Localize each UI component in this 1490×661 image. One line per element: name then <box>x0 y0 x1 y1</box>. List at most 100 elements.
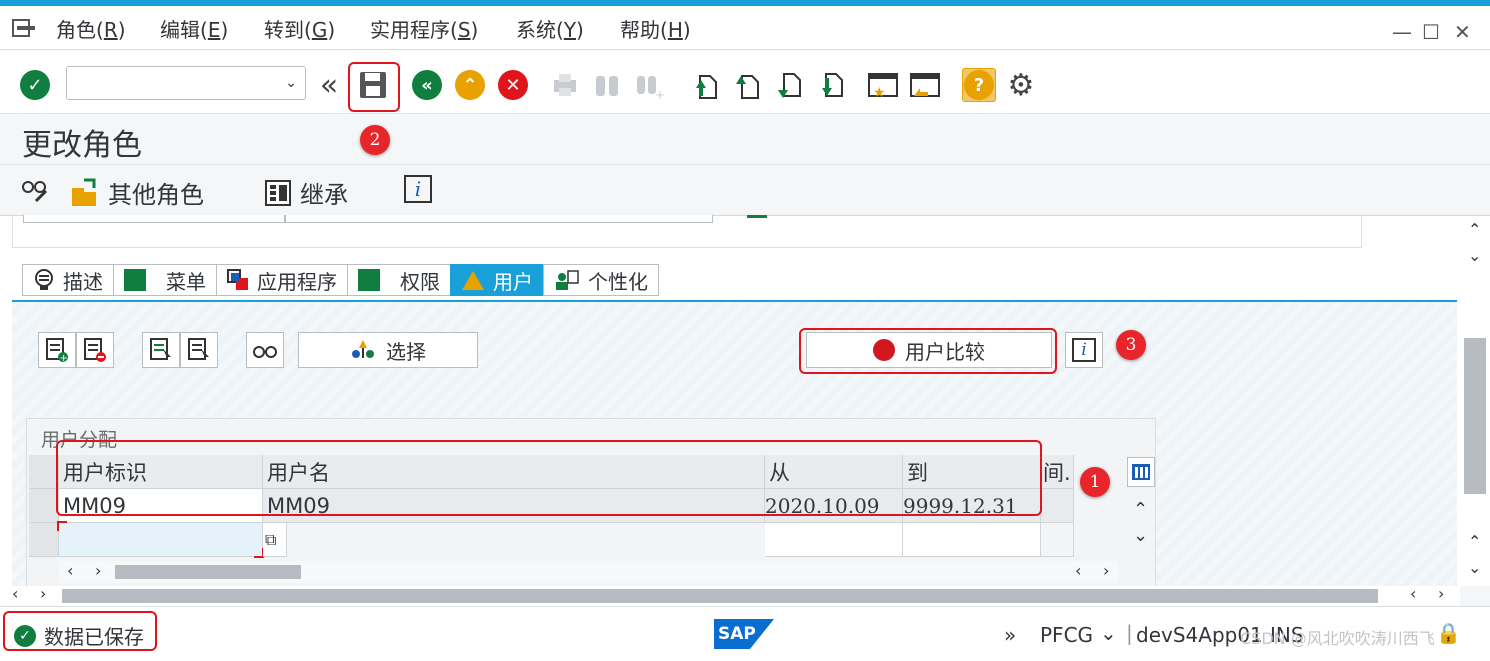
menu-help[interactable]: 帮助(H) <box>620 14 691 43</box>
tab-users[interactable]: 用户 <box>450 264 543 296</box>
maximize-button[interactable]: ☐ <box>1422 20 1440 44</box>
find-next-button[interactable]: + <box>632 68 666 102</box>
page-horizontal-scrollbar[interactable]: ‹ › ‹ › <box>0 584 1460 606</box>
table-row: ⧉ <box>29 521 1074 558</box>
first-page-button[interactable] <box>688 68 722 102</box>
inherit-button[interactable]: 继承 <box>264 175 348 210</box>
help-button[interactable]: ? <box>962 68 996 102</box>
exit-button[interactable]: ⌃ <box>453 68 487 102</box>
row-select-handle[interactable] <box>29 523 59 557</box>
menu-utilities[interactable]: 实用程序(S) <box>370 14 478 43</box>
status-bar: ✓ 数据已保存 SAP » PFCG ⌄ | devS4App01 INS CS… <box>0 606 1490 661</box>
new-valid-to-cell[interactable] <box>903 523 1041 557</box>
scroll-left-icon[interactable]: ‹ <box>12 584 18 603</box>
chevron-up-icon[interactable]: ⌃ <box>1468 220 1481 239</box>
value-help-button[interactable]: ⧉ <box>263 523 287 557</box>
details-button[interactable] <box>246 332 284 368</box>
back-icon: « <box>412 70 442 100</box>
menu-role[interactable]: 角色(R) <box>56 14 126 43</box>
minimize-button[interactable]: — <box>1392 20 1412 44</box>
new-valid-from-cell[interactable] <box>765 523 903 557</box>
collapse-toolbar-button[interactable]: « <box>312 68 346 103</box>
tab-authorizations[interactable]: 权限 <box>347 264 450 296</box>
role-field[interactable] <box>23 215 285 223</box>
tab-users-label: 用户 <box>493 269 533 294</box>
chevron-up-icon[interactable]: ⌃ <box>1133 499 1148 520</box>
glasses-pencil-icon <box>22 181 48 203</box>
menu-system[interactable]: 系统(Y) <box>516 14 584 43</box>
chevron-down-icon[interactable]: ⌄ <box>285 75 297 91</box>
tab-menu[interactable]: 菜单 <box>113 264 216 296</box>
hierarchy-icon <box>265 179 291 206</box>
chevron-down-icon[interactable]: ⌄ <box>1133 525 1148 546</box>
green-status-icon <box>124 269 146 291</box>
scroll-right-icon[interactable]: › <box>40 584 46 603</box>
column-header-interval[interactable]: 间. <box>1041 455 1074 489</box>
expand-status-icon[interactable]: » <box>1004 623 1016 647</box>
enter-button[interactable]: ✓ <box>18 68 52 102</box>
scroll-right-icon[interactable]: › <box>1438 584 1444 603</box>
scroll-left-icon[interactable]: ‹ <box>1075 561 1081 580</box>
shortcut-button[interactable] <box>908 68 942 102</box>
menu-edit[interactable]: 编辑(E) <box>160 14 228 43</box>
other-roles-button[interactable]: 其他角色 <box>70 175 204 210</box>
role-content: 描述 菜单 应用程序 权限 用户 个性化 + 选择 用户比较 i 用户分配 用户… <box>0 215 1460 588</box>
chevron-down-icon[interactable]: ⌄ <box>1100 621 1117 645</box>
watermark: CSDN @风北吹吹涛川西飞 <box>1240 629 1435 648</box>
users-info-button[interactable]: i <box>1065 332 1103 368</box>
tab-description[interactable]: 描述 <box>22 264 113 296</box>
delete-row-button[interactable] <box>76 332 114 368</box>
delete-row-icon <box>84 338 106 362</box>
print-button[interactable] <box>548 68 582 102</box>
value-help-icon: ⧉ <box>265 529 277 549</box>
scroll-thumb[interactable] <box>1464 338 1486 494</box>
menu-goto[interactable]: 转到(G) <box>264 14 335 43</box>
create-session-button[interactable]: ★ <box>866 68 900 102</box>
scroll-right-icon[interactable]: › <box>95 561 101 580</box>
new-user-id-cell[interactable] <box>57 521 264 558</box>
new-window-icon: ★ <box>868 73 898 100</box>
scroll-thumb[interactable] <box>115 565 301 579</box>
find-button[interactable] <box>590 68 624 102</box>
back-button[interactable]: « <box>410 68 444 102</box>
svg-text:+: + <box>655 88 664 100</box>
select-all-rows-handle[interactable] <box>29 455 59 489</box>
display-change-button[interactable] <box>20 175 50 203</box>
table-horizontal-scrollbar[interactable]: ‹ › ‹ › <box>59 561 1119 583</box>
select-users-button[interactable]: 选择 <box>298 332 478 368</box>
select-icon <box>352 340 374 358</box>
cancel-button[interactable]: ✕ <box>496 68 530 102</box>
scroll-right-icon[interactable]: › <box>1103 561 1109 580</box>
insert-row-button[interactable]: + <box>38 332 76 368</box>
chevron-down-icon[interactable]: ⌄ <box>1468 558 1481 577</box>
scroll-left-icon[interactable]: ‹ <box>1410 584 1416 603</box>
previous-page-button[interactable] <box>730 68 764 102</box>
tab-applications[interactable]: 应用程序 <box>216 264 347 296</box>
row-select-handle[interactable] <box>29 489 59 523</box>
chevron-down-icon[interactable]: ⌄ <box>1468 246 1481 265</box>
annotation-badge-2: 2 <box>360 125 390 155</box>
column-config-button[interactable] <box>1127 457 1155 487</box>
next-page-button[interactable] <box>772 68 806 102</box>
scroll-thumb[interactable] <box>62 589 1378 603</box>
transaction-code[interactable]: PFCG <box>1040 623 1093 647</box>
customize-layout-button[interactable]: ⚙ <box>1004 68 1038 103</box>
other-object-icon <box>72 178 96 206</box>
last-page-button[interactable] <box>814 68 848 102</box>
info-button[interactable]: i <box>404 175 432 203</box>
green-status-icon <box>358 269 380 291</box>
tab-personalization[interactable]: 个性化 <box>543 264 659 296</box>
chevron-up-icon[interactable]: ⌃ <box>1468 532 1481 551</box>
select-users-label: 选择 <box>386 339 426 364</box>
select-all-button[interactable] <box>142 332 180 368</box>
close-window-button[interactable]: ✕ <box>1454 20 1471 44</box>
sap-menu-icon[interactable] <box>12 18 36 38</box>
deselect-all-button[interactable] <box>180 332 218 368</box>
tab-applications-label: 应用程序 <box>257 269 337 294</box>
page-vertical-scrollbar[interactable]: ⌃ ⌄ ⌃ ⌄ <box>1460 216 1490 586</box>
tab-menu-label: 菜单 <box>166 269 206 294</box>
command-field[interactable]: ⌄ <box>66 66 306 100</box>
scroll-left-icon[interactable]: ‹ <box>67 561 73 580</box>
status-indicator <box>747 215 767 218</box>
role-desc-field[interactable] <box>285 215 713 223</box>
